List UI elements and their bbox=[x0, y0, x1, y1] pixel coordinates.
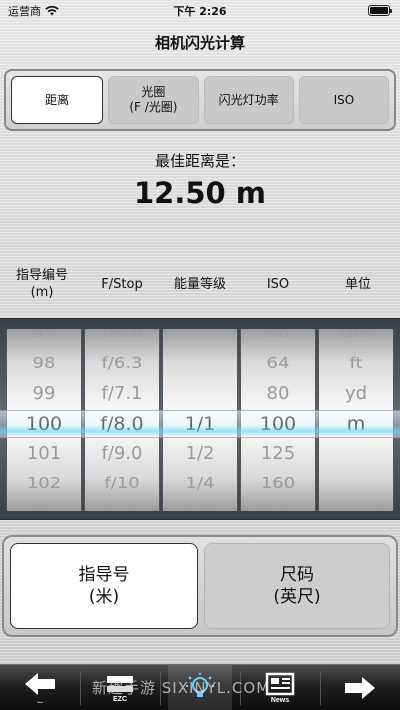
battery-icon bbox=[368, 5, 392, 16]
arrow-left-icon bbox=[25, 673, 55, 695]
mode-tabs: 距离 光圈 (F /光圈) 闪光灯功率 ISO bbox=[4, 69, 396, 131]
picker-row[interactable]: f/7.1 bbox=[85, 383, 159, 405]
button-label: 尺码 bbox=[280, 565, 314, 585]
picker-row[interactable]: 1/2 bbox=[163, 443, 237, 465]
picker-row[interactable]: 1/4 bbox=[163, 475, 237, 494]
picker-row-selected[interactable]: 100 bbox=[7, 413, 81, 435]
picker-row[interactable]: 125 bbox=[241, 443, 315, 465]
bulb-icon bbox=[186, 673, 214, 697]
tab-iso[interactable]: ISO bbox=[298, 76, 389, 124]
header-unit: 单位 bbox=[344, 276, 371, 292]
picker-row[interactable]: yd bbox=[319, 383, 393, 405]
ezc-icon bbox=[107, 676, 133, 692]
page-title: 相机闪光计算 bbox=[154, 34, 245, 52]
back-button[interactable]: ... bbox=[10, 665, 70, 710]
value-picker: 979899100101102103 f/5.6f/6.3f/7.1f/8.0f… bbox=[0, 318, 400, 520]
tab-flash-power[interactable]: 闪光灯功率 bbox=[203, 76, 294, 124]
picker-row[interactable]: f/11 bbox=[85, 508, 159, 511]
ezc-label: EZC bbox=[113, 696, 127, 703]
unit-buttons: 指导号 (米) 尺码 (英尺) bbox=[2, 535, 398, 637]
result-value: 12.50 m bbox=[133, 176, 267, 210]
picker-row[interactable]: 50 bbox=[241, 329, 315, 340]
picker-row[interactable]: 103 bbox=[7, 508, 81, 511]
picker-row-selected[interactable]: f/8.0 bbox=[85, 413, 159, 435]
button-sublabel: (米) bbox=[88, 587, 120, 607]
bottom-toolbar: ... EZC News bbox=[0, 664, 400, 710]
wheel-fstop[interactable]: f/5.6 f/6.3 f/7.1 f/8.0 f/9.0 f/10 f/11 bbox=[84, 329, 160, 511]
tab-aperture[interactable]: 光圈 (F /光圈) bbox=[108, 76, 199, 124]
picker-row[interactable]: f/9.0 bbox=[85, 443, 159, 465]
picker-row[interactable]: 160 bbox=[241, 475, 315, 494]
picker-row-selected[interactable]: m bbox=[319, 413, 393, 435]
picker-row[interactable]: 1/8 bbox=[163, 508, 237, 511]
picker-row[interactable]: 99 bbox=[7, 383, 81, 405]
header-fstop: F/Stop bbox=[101, 276, 143, 292]
picker-row-selected[interactable]: 1/1 bbox=[163, 413, 237, 435]
status-bar: 运营商 下午 2:26 bbox=[0, 0, 400, 22]
forward-button[interactable] bbox=[330, 665, 390, 710]
header-guide-number: 指导编号 (m) bbox=[15, 268, 68, 300]
header-iso: ISO bbox=[266, 276, 290, 292]
picker-row[interactable]: 200 bbox=[241, 508, 315, 511]
picker-row[interactable]: f/6.3 bbox=[85, 355, 159, 374]
wheel-power-level[interactable]: 1/1 1/2 1/4 1/8 bbox=[162, 329, 238, 511]
picker-row[interactable]: 64 bbox=[241, 355, 315, 374]
result-label: 最佳距离是： bbox=[154, 152, 245, 170]
picker-row[interactable]: ft bbox=[319, 355, 393, 374]
picker-row-selected[interactable]: 100 bbox=[241, 413, 315, 435]
button-label: 指导号 bbox=[78, 565, 130, 585]
wheel-iso[interactable]: 50 64 80 100 125 160 200 bbox=[240, 329, 316, 511]
wheel-unit[interactable]: dm ft yd m bbox=[318, 329, 394, 511]
button-sublabel: (英尺) bbox=[273, 587, 321, 607]
picker-row[interactable]: 102 bbox=[7, 475, 81, 494]
news-label: News bbox=[270, 697, 290, 704]
more-label: ... bbox=[37, 698, 43, 705]
arrow-right-icon bbox=[345, 677, 375, 699]
wheel-guide-number[interactable]: 97 98 99 100 101 102 103 bbox=[6, 329, 82, 511]
tab-distance[interactable]: 距离 bbox=[11, 76, 104, 124]
news-button[interactable]: News bbox=[250, 665, 310, 710]
clock: 下午 2:26 bbox=[173, 5, 227, 18]
picker-row[interactable]: 80 bbox=[241, 383, 315, 405]
ezc-button[interactable]: EZC bbox=[90, 665, 150, 710]
guide-number-meters-button[interactable]: 指导号 (米) bbox=[10, 543, 198, 629]
picker-row[interactable]: dm bbox=[319, 329, 393, 340]
picker-row[interactable]: f/10 bbox=[85, 475, 159, 494]
picker-row[interactable]: 101 bbox=[7, 443, 81, 465]
header-power-level: 能量等级 bbox=[173, 276, 226, 292]
flash-button[interactable] bbox=[168, 665, 232, 710]
picker-row[interactable]: f/5.6 bbox=[85, 329, 159, 340]
size-feet-button[interactable]: 尺码 (英尺) bbox=[204, 543, 390, 629]
news-icon bbox=[265, 672, 295, 696]
picker-row[interactable]: 98 bbox=[7, 355, 81, 374]
picker-row[interactable]: 97 bbox=[7, 329, 81, 340]
